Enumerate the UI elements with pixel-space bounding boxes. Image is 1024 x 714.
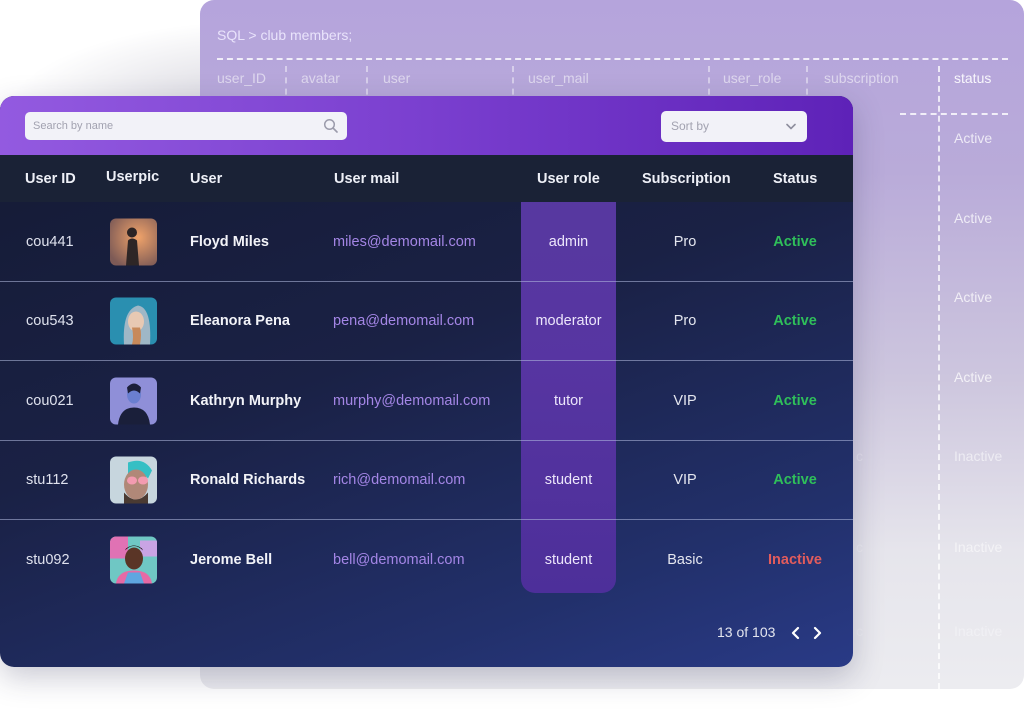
cell-user-name: Kathryn Murphy — [190, 392, 302, 409]
sort-dropdown[interactable]: Sort by — [661, 111, 807, 142]
sql-col-separator-status — [938, 66, 940, 689]
sql-status-value: Inactive — [954, 448, 1003, 464]
header-user-role[interactable]: User role — [537, 171, 600, 187]
header-user-id[interactable]: User ID — [25, 171, 76, 187]
search-field[interactable] — [25, 112, 347, 140]
cell-subscription: Pro — [673, 233, 697, 250]
cell-subscription: Basic — [667, 551, 703, 568]
cell-user-role: tutor — [553, 392, 583, 409]
sql-sub-partial: c — [856, 539, 863, 555]
search-icon[interactable] — [323, 118, 339, 134]
table-row[interactable]: cou441 Floyd Miles miles@demomail.com admin… — [0, 202, 853, 282]
sql-query-title: SQL > club members; — [217, 27, 353, 43]
sql-col-user-mail: user_mail — [528, 70, 589, 86]
sql-status-value: Active — [954, 289, 993, 305]
cell-user-role: student — [544, 472, 593, 489]
table-row[interactable]: cou543 Eleanora Pena pena@demomail.com mode… — [0, 282, 853, 361]
cell-user-name: Ronald Richards — [190, 472, 306, 489]
cell-user-mail[interactable]: bell@demomail.com — [333, 552, 465, 568]
status-badge: Inactive — [768, 551, 822, 568]
table-header: User ID Userpic User User mail User role… — [0, 155, 853, 202]
cell-user-id: cou543 — [26, 313, 74, 330]
sql-col-subscription: subscription — [824, 70, 899, 86]
cell-user-name: Eleanora Pena — [190, 313, 290, 330]
avatar-image — [110, 377, 157, 425]
header-subscription[interactable]: Subscription — [642, 171, 731, 187]
sql-status-value: Active — [954, 130, 993, 146]
status-badge: Active — [773, 392, 817, 409]
sql-col-status: status — [954, 70, 992, 86]
cell-user-id: stu092 — [26, 551, 70, 568]
cell-subscription: Pro — [673, 313, 697, 330]
cell-user-id: cou021 — [26, 392, 74, 409]
header-user[interactable]: User — [190, 171, 222, 187]
toolbar: Sort by — [0, 96, 853, 155]
avatar — [110, 456, 157, 504]
avatar-image — [110, 218, 157, 266]
cell-user-mail[interactable]: murphy@demomail.com — [333, 393, 490, 409]
cell-user-mail[interactable]: miles@demomail.com — [333, 234, 476, 250]
sql-status-value: Inactive — [954, 539, 1003, 555]
sort-label: Sort by — [671, 119, 710, 133]
header-user-mail[interactable]: User mail — [334, 171, 399, 187]
avatar — [110, 218, 157, 266]
members-table-card: Sort by User ID Userpic User User mail U… — [0, 96, 853, 667]
cell-user-mail[interactable]: rich@demomail.com — [333, 472, 465, 488]
status-badge: Active — [773, 313, 817, 330]
pagination-text: 13 of 103 — [717, 624, 776, 640]
status-badge: Active — [773, 472, 817, 489]
sql-divider-header — [900, 113, 1008, 115]
header-status[interactable]: Status — [773, 171, 817, 187]
avatar-image — [110, 536, 157, 584]
avatar — [110, 536, 157, 584]
sql-status-value: Active — [954, 369, 993, 385]
chevron-right-icon[interactable] — [810, 625, 824, 641]
sql-col-user-role: user_role — [723, 70, 782, 86]
avatar — [110, 377, 157, 425]
header-userpic[interactable]: Userpic — [106, 169, 159, 185]
sql-sub-partial: c — [856, 448, 863, 464]
table-row[interactable]: stu092 Jerome Bell bell@demomail.com studen… — [0, 520, 853, 600]
cell-user-mail[interactable]: pena@demomail.com — [333, 313, 474, 329]
cell-user-role: admin — [548, 233, 589, 250]
cell-user-id: cou441 — [26, 233, 74, 250]
sql-col-user: user — [383, 70, 411, 86]
cell-user-name: Jerome Bell — [190, 551, 273, 568]
cell-user-role: moderator — [535, 313, 602, 330]
table-row[interactable]: stu112 Ronald Richards rich@demomail.com st… — [0, 441, 853, 520]
chevron-down-icon — [786, 123, 796, 130]
avatar-image — [110, 456, 157, 504]
sql-sub-partial: c — [856, 623, 863, 639]
sql-col-avatar: avatar — [301, 70, 340, 86]
table-row[interactable]: cou021 Kathryn Murphy murphy@demomail.com t… — [0, 361, 853, 441]
sql-col-user-id: user_ID — [217, 70, 267, 86]
avatar — [110, 297, 157, 345]
cell-user-name: Floyd Miles — [190, 233, 269, 250]
chevron-left-icon[interactable] — [789, 625, 803, 641]
sql-divider-top — [217, 58, 1008, 60]
cell-subscription: VIP — [673, 392, 697, 409]
cell-user-role: student — [544, 551, 593, 568]
cell-subscription: VIP — [673, 472, 697, 489]
search-input[interactable] — [33, 112, 313, 140]
sql-status-value: Inactive — [954, 623, 1003, 639]
cell-user-id: stu112 — [26, 472, 69, 489]
sql-status-value: Active — [954, 210, 993, 226]
avatar-image — [110, 297, 157, 345]
status-badge: Active — [773, 233, 817, 250]
